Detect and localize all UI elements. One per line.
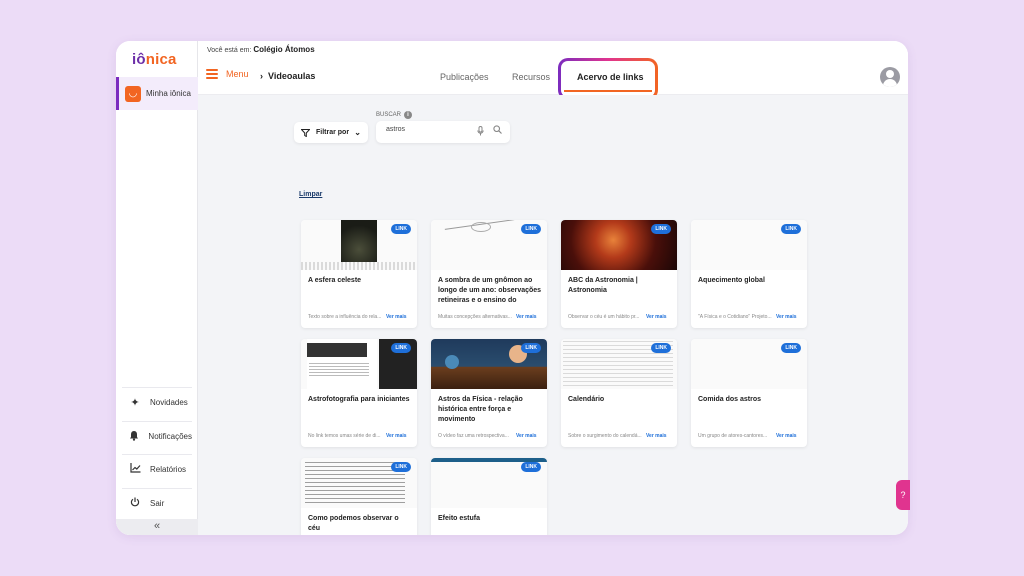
sidebar-item-label: Relatórios bbox=[150, 465, 187, 474]
card-title[interactable]: Efeito estufa bbox=[438, 514, 542, 524]
top-bar: Você está em: Colégio Átomos Menu › Video… bbox=[198, 41, 908, 97]
see-more-link[interactable]: Ver mais bbox=[516, 433, 537, 439]
sidebar-item-label: Minha iônica bbox=[146, 89, 191, 98]
menu-button[interactable]: Menu bbox=[206, 69, 249, 79]
card-description: "A Física e o Cotidiano" Projeto... bbox=[698, 314, 772, 320]
card-title[interactable]: Aquecimento global bbox=[698, 276, 802, 286]
card-title[interactable]: Astrofotografia para iniciantes bbox=[308, 395, 412, 405]
filter-label: Filtrar por bbox=[316, 129, 350, 136]
link-card[interactable]: LINK Astros da Física - relação histórica… bbox=[431, 339, 547, 447]
card-title[interactable]: Astros da Física - relação histórica ent… bbox=[438, 395, 542, 425]
sidebar-item-notificacoes[interactable]: Notificações bbox=[122, 421, 192, 451]
menu-label: Menu bbox=[226, 69, 249, 79]
see-more-link[interactable]: Ver mais bbox=[776, 314, 797, 320]
ionica-logo[interactable]: iônica bbox=[132, 51, 177, 68]
sidebar-item-label: Notificações bbox=[148, 432, 192, 441]
app-window: iônica ◡ Minha iônica ✦ Novidades Notifi… bbox=[116, 41, 908, 535]
search-label: BUSCAR i bbox=[376, 111, 413, 119]
sidebar-item-relatorios[interactable]: Relatórios bbox=[122, 454, 192, 484]
hamburger-icon bbox=[206, 69, 218, 79]
search-icon[interactable] bbox=[493, 125, 502, 136]
card-title[interactable]: Calendário bbox=[568, 395, 672, 405]
info-icon[interactable]: i bbox=[404, 111, 413, 119]
link-card[interactable]: LINK Aquecimento global "A Física e o Coti… bbox=[691, 220, 807, 328]
sidebar-item-label: Novidades bbox=[150, 398, 188, 407]
breadcrumb-school[interactable]: Colégio Átomos bbox=[253, 45, 314, 54]
breadcrumb-prefix: Você está em: bbox=[207, 47, 252, 54]
card-description: Sobre o surgimento do calendá... bbox=[568, 433, 642, 439]
link-card[interactable]: LINK Calendário Sobre o surgimento do cale… bbox=[561, 339, 677, 447]
tab-recursos[interactable]: Recursos bbox=[512, 72, 550, 82]
bell-icon bbox=[128, 430, 140, 444]
link-badge: LINK bbox=[391, 343, 411, 353]
link-badge: LINK bbox=[521, 462, 541, 472]
avatar[interactable] bbox=[880, 67, 900, 87]
filter-dropdown[interactable]: Filtrar por ⌄ bbox=[294, 122, 368, 143]
main-content: BUSCARi Filtrar por ⌄ Limpar LINK A esfer… bbox=[198, 95, 908, 535]
link-badge: LINK bbox=[781, 343, 801, 353]
help-button[interactable]: ? bbox=[896, 480, 910, 510]
link-card[interactable]: LINK Astrofotografia para iniciantes No li… bbox=[301, 339, 417, 447]
sidebar-item-label: Sair bbox=[150, 499, 165, 508]
sparkle-icon: ✦ bbox=[130, 397, 140, 409]
see-more-link[interactable]: Ver mais bbox=[646, 314, 667, 320]
collapse-sidebar-button[interactable]: « bbox=[116, 519, 198, 535]
link-badge: LINK bbox=[521, 343, 541, 353]
link-card[interactable]: LINKEfeito estufa"A Física e o Cotidiano… bbox=[431, 458, 547, 535]
link-card[interactable]: LINK Comida dos astros Um grupo de atores-… bbox=[691, 339, 807, 447]
card-title[interactable]: A sombra de um gnômon ao longo de um ano… bbox=[438, 276, 542, 306]
see-more-link[interactable]: Ver mais bbox=[386, 314, 407, 320]
link-badge: LINK bbox=[651, 343, 671, 353]
power-icon bbox=[128, 497, 142, 510]
page-title: › Videoaulas bbox=[260, 71, 316, 81]
card-description: Observar o céu é um hábito pr... bbox=[568, 314, 640, 320]
link-badge: LINK bbox=[521, 224, 541, 234]
card-description: Texto sobre a influência do rela... bbox=[308, 314, 382, 320]
clear-filters-link[interactable]: Limpar bbox=[299, 191, 322, 198]
sidebar: iônica ◡ Minha iônica ✦ Novidades Notifi… bbox=[116, 41, 198, 535]
card-title[interactable]: Como podemos observar o céu bbox=[308, 514, 412, 534]
see-more-link[interactable]: Ver mais bbox=[776, 433, 797, 439]
sidebar-item-minha-ionica[interactable]: ◡ Minha iônica bbox=[116, 77, 198, 110]
chart-icon bbox=[128, 463, 142, 476]
link-badge: LINK bbox=[391, 462, 411, 472]
link-card[interactable]: LINK A esfera celeste Texto sobre a influê… bbox=[301, 220, 417, 328]
see-more-link[interactable]: Ver mais bbox=[516, 314, 537, 320]
card-description: O vídeo faz uma retrospectiva... bbox=[438, 433, 509, 439]
search-input[interactable] bbox=[386, 126, 466, 133]
card-title[interactable]: A esfera celeste bbox=[308, 276, 412, 286]
link-card[interactable]: LINK ABC da Astronomia | Astronomia Observ… bbox=[561, 220, 677, 328]
card-description: Um grupo de atores-cantores... bbox=[698, 433, 768, 439]
link-card[interactable]: LINK A sombra de um gnômon ao longo de um… bbox=[431, 220, 547, 328]
chevron-right-icon: › bbox=[260, 71, 263, 81]
tab-acervo-de-links[interactable]: Acervo de links bbox=[577, 72, 644, 82]
microphone-icon[interactable] bbox=[477, 126, 484, 138]
breadcrumb: Você está em: Colégio Átomos bbox=[207, 45, 315, 54]
link-card[interactable]: LINKComo podemos observar o céuTexto exp… bbox=[301, 458, 417, 535]
card-description: Muitas concepções alternativas... bbox=[438, 314, 512, 320]
see-more-link[interactable]: Ver mais bbox=[646, 433, 667, 439]
link-badge: LINK bbox=[781, 224, 801, 234]
link-badge: LINK bbox=[651, 224, 671, 234]
filter-icon bbox=[301, 128, 310, 137]
card-description: No link temos umas série de di... bbox=[308, 433, 381, 439]
chevron-down-icon: ⌄ bbox=[354, 128, 361, 137]
tab-publicacoes[interactable]: Publicações bbox=[440, 72, 489, 82]
active-tab-underline bbox=[564, 90, 652, 92]
sidebar-item-novidades[interactable]: ✦ Novidades bbox=[122, 387, 192, 417]
sidebar-item-sair[interactable]: Sair bbox=[122, 488, 192, 518]
card-title[interactable]: Comida dos astros bbox=[698, 395, 802, 405]
ionica-app-icon: ◡ bbox=[125, 85, 141, 102]
search-box bbox=[376, 121, 510, 143]
link-badge: LINK bbox=[391, 224, 411, 234]
see-more-link[interactable]: Ver mais bbox=[386, 433, 407, 439]
card-title[interactable]: ABC da Astronomia | Astronomia bbox=[568, 276, 672, 296]
